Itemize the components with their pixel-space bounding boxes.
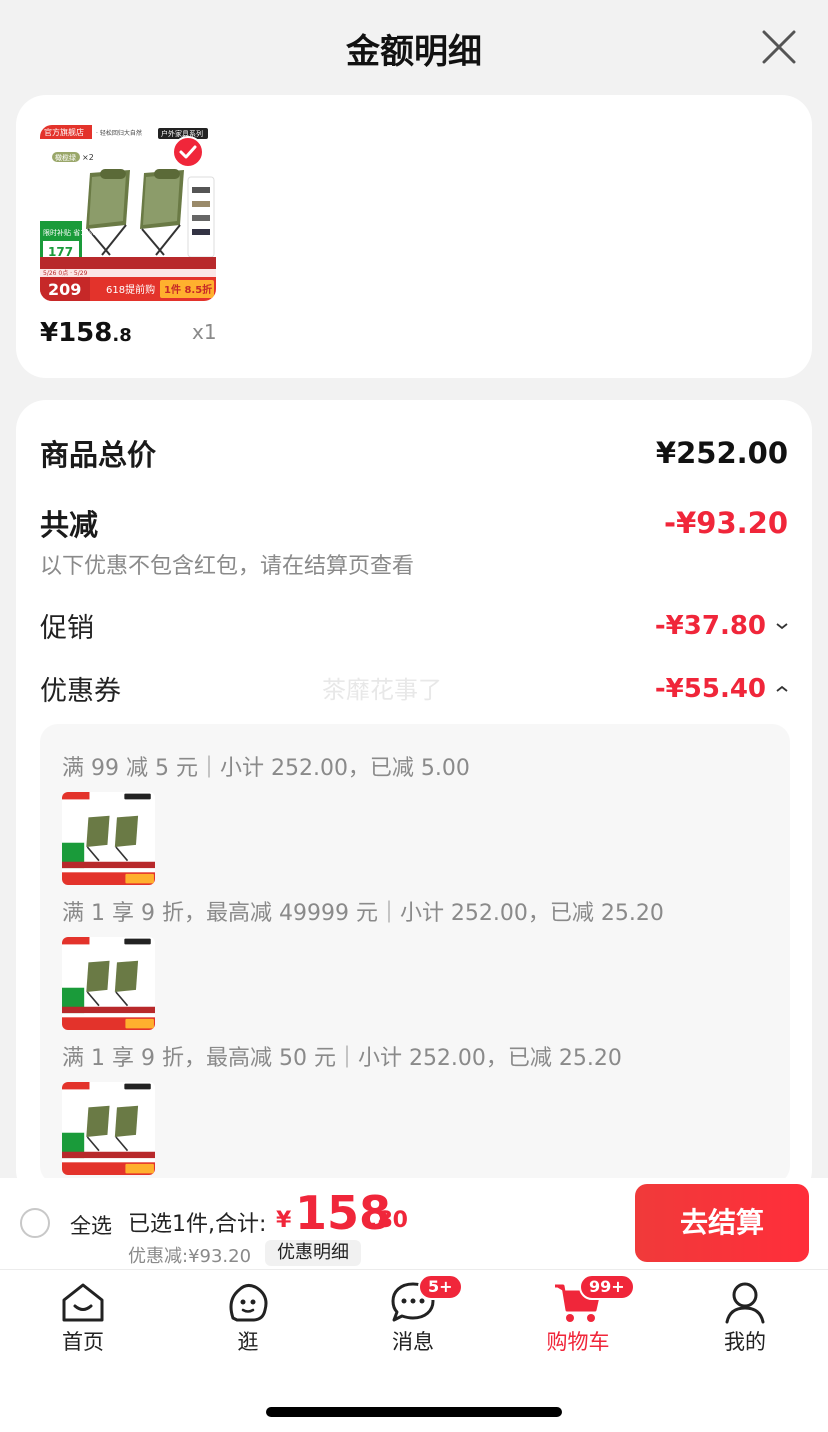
- discount-summary: 优惠减:¥93.20: [128, 1246, 252, 1267]
- tagline-text: · 轻松回归大自然: [96, 129, 142, 137]
- total-price-label: 商品总价: [40, 438, 157, 472]
- promotion-row[interactable]: 促销 -¥37.80: [40, 606, 788, 645]
- select-all-radio[interactable]: [20, 1208, 50, 1238]
- banner-text: 618提前购: [106, 283, 155, 296]
- total-reduction-row: 共减 -¥93.20: [40, 502, 788, 544]
- total-price-row: 商品总价 ¥252.00: [40, 432, 788, 474]
- tab-label: 购物车: [546, 1330, 610, 1354]
- product-price-decimal: .8: [112, 325, 132, 346]
- tab-home[interactable]: 首页: [28, 1280, 138, 1370]
- multiplier-text: ×2: [82, 153, 94, 162]
- total-price-value: ¥252.00: [655, 436, 788, 470]
- chevron-down-icon[interactable]: [776, 620, 788, 632]
- tab-label: 我的: [724, 1330, 766, 1354]
- coupon-product-thumbnail[interactable]: [62, 937, 155, 1030]
- chevron-up-icon[interactable]: [776, 683, 788, 695]
- product-quantity: x1: [192, 320, 217, 344]
- banner-deal-text: 1件 8.5折: [164, 283, 212, 296]
- coupon-value: -¥55.40: [654, 673, 766, 704]
- explore-face-icon: [229, 1283, 268, 1322]
- date-text: 5/26 0点 · 5/29: [43, 269, 88, 277]
- profile-icon: [725, 1282, 765, 1324]
- message-badge: 5+: [418, 1274, 463, 1300]
- promo-text: 限时补贴 省15%: [43, 228, 96, 237]
- promotion-value: -¥37.80: [654, 610, 766, 641]
- selected-check-icon[interactable]: [172, 136, 204, 168]
- coupon-breakdown: 满 99 减 5 元｜小计 252.00，已减 5.00 满 1 享 9 折，最…: [40, 724, 790, 1184]
- color-tag-text: 橄榄绿: [55, 153, 76, 162]
- reduction-note: 以下优惠不包含红包，请在结算页查看: [40, 554, 415, 579]
- coupon-product-thumbnail[interactable]: [62, 792, 155, 885]
- tab-label: 消息: [392, 1330, 434, 1354]
- select-all-label[interactable]: 全选: [70, 1210, 112, 1240]
- cart-badge: 99+: [579, 1274, 635, 1300]
- product-price: ¥158.8: [40, 318, 132, 348]
- home-indicator: [266, 1407, 562, 1417]
- coupon-line: 满 99 减 5 元｜小计 252.00，已减 5.00: [62, 756, 470, 781]
- watermark-text: 茶靡花事了: [322, 676, 442, 704]
- selected-summary: 已选1件,合计:: [128, 1212, 267, 1237]
- checkout-bar: 全选 已选1件,合计: ¥ 158 .80 优惠减:¥93.20 优惠明细 去结…: [0, 1178, 828, 1270]
- tab-profile[interactable]: 我的: [690, 1280, 800, 1370]
- tab-messages[interactable]: 消息 5+: [358, 1274, 468, 1370]
- promo-price-text: 177: [48, 245, 73, 259]
- total-currency: ¥: [276, 1208, 292, 1233]
- coupon-line: 满 1 享 9 折，最高减 49999 元｜小计 252.00，已减 25.20: [62, 901, 664, 926]
- big-price-text: 209: [48, 280, 81, 299]
- sheet-title: 金额明细: [346, 32, 482, 72]
- tab-cart[interactable]: 购物车 99+: [523, 1274, 635, 1370]
- home-icon: [62, 1283, 104, 1322]
- tab-label: 逛: [237, 1330, 259, 1354]
- tab-explore[interactable]: 逛: [193, 1280, 303, 1370]
- close-icon[interactable]: [760, 28, 798, 66]
- coupon-line: 满 1 享 9 折，最高减 50 元｜小计 252.00，已减 25.20: [62, 1046, 622, 1071]
- coupon-product-thumbnail[interactable]: [62, 1082, 155, 1175]
- tab-label: 首页: [62, 1330, 104, 1354]
- total-amount-decimal: .80: [369, 1208, 408, 1233]
- coupon-label: 优惠券: [40, 676, 121, 707]
- store-tag-text: 官方旗舰店: [44, 127, 84, 137]
- checkout-button[interactable]: 去结算: [635, 1184, 809, 1262]
- discount-detail-button[interactable]: 优惠明细: [265, 1240, 361, 1266]
- total-reduction-label: 共减: [40, 508, 99, 542]
- sheet-header: 金额明细: [0, 0, 828, 95]
- product-price-main: ¥158: [40, 318, 113, 348]
- total-reduction-value: -¥93.20: [664, 506, 788, 540]
- promotion-label: 促销: [40, 613, 94, 644]
